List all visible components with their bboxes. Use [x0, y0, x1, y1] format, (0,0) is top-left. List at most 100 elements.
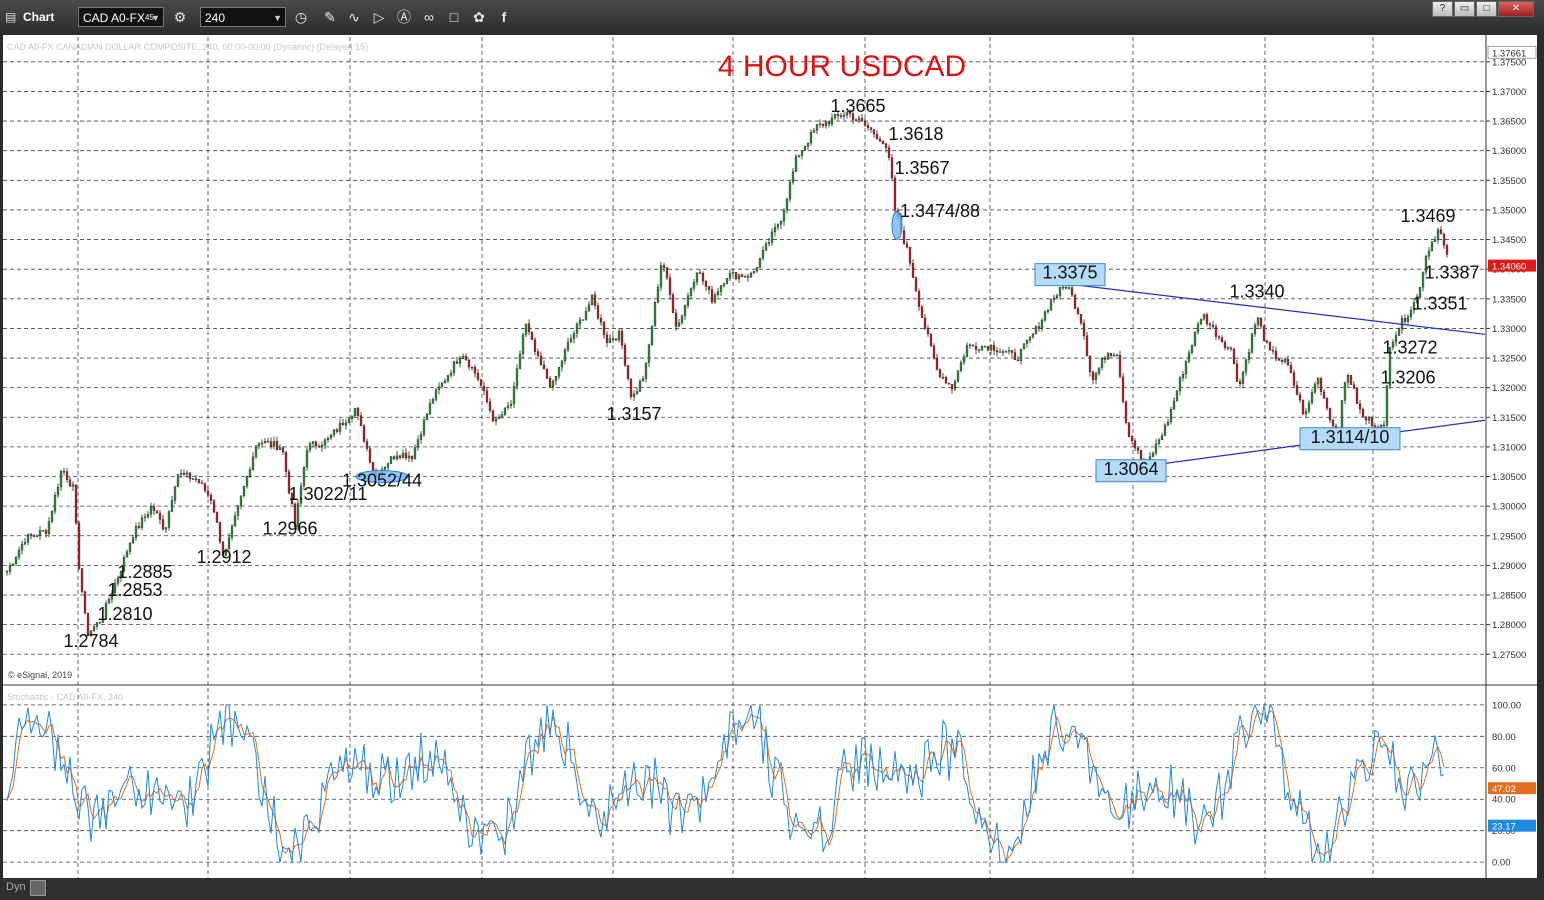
interval-input[interactable]: 240 ▼: [200, 7, 286, 27]
candle-body: [1346, 374, 1350, 383]
axis-background: [1486, 35, 1537, 880]
candle-body: [428, 403, 432, 415]
candle-body: [1436, 229, 1440, 241]
candle-body: [1358, 403, 1362, 410]
candle-body: [23, 542, 27, 545]
play-circle-icon[interactable]: ▷: [369, 8, 389, 26]
minimize-button[interactable]: ▭: [1454, 1, 1475, 17]
chevron-down-icon[interactable]: ▼: [273, 8, 282, 28]
symbol-input[interactable]: CAD A0-FX45 ▼: [78, 7, 164, 27]
chat-bubble-icon[interactable]: □: [444, 8, 464, 26]
candle-body: [854, 119, 858, 121]
dyn-label: Dyn: [6, 881, 26, 893]
candle-body: [194, 478, 198, 480]
candle-body: [170, 500, 174, 512]
candle-body: [275, 441, 279, 450]
clock-icon[interactable]: ◷: [291, 8, 311, 26]
candle-body: [77, 522, 81, 569]
candle-body: [179, 473, 183, 475]
candle-body: [1016, 359, 1020, 362]
candle-body: [872, 129, 876, 135]
close-button[interactable]: ✕: [1498, 1, 1534, 17]
price-annotation: 1.3567: [894, 158, 949, 178]
help-button[interactable]: ?: [1432, 1, 1453, 17]
candle-body: [1187, 352, 1191, 362]
candle-body: [623, 344, 627, 366]
candle-body: [497, 416, 501, 419]
price-chart[interactable]: 1.375001.370001.365001.360001.355001.350…: [0, 35, 1544, 900]
candle-body: [620, 330, 624, 346]
candle-body: [419, 434, 423, 440]
price-annotation: 1.3351: [1412, 293, 1467, 313]
candle-body: [356, 407, 360, 416]
candle-body: [320, 445, 324, 448]
price-annotation: 1.3387: [1424, 263, 1479, 283]
candle-body: [479, 379, 483, 387]
candle-body: [1265, 340, 1269, 343]
candle-body: [41, 530, 45, 532]
candle-body: [1010, 350, 1014, 353]
trend-curve-icon[interactable]: ∿: [344, 8, 364, 26]
candle-body: [500, 414, 504, 418]
candle-body: [863, 121, 867, 126]
candle-body: [188, 472, 192, 480]
candle-body: [257, 443, 261, 446]
candle-body: [1136, 447, 1140, 451]
candle-body: [1232, 348, 1236, 364]
candle-body: [407, 455, 411, 459]
candle-body: [797, 155, 801, 157]
candle-body: [434, 389, 438, 400]
candle-body: [698, 272, 702, 274]
candle-body: [731, 272, 735, 274]
facebook-icon[interactable]: f: [494, 8, 514, 26]
candle-body: [1058, 287, 1062, 296]
candle-body: [932, 345, 936, 359]
candle-body: [272, 441, 276, 447]
candle-body: [206, 490, 210, 496]
candle-body: [770, 231, 774, 243]
candle-body: [1082, 322, 1086, 336]
stoch-k-value: 23.17: [1492, 822, 1516, 833]
alert-a-icon[interactable]: Ⓐ: [394, 8, 414, 26]
candle-body: [788, 182, 792, 200]
candle-body: [554, 375, 558, 382]
candle-body: [725, 278, 729, 284]
candle-body: [983, 346, 987, 348]
candle-body: [386, 463, 390, 468]
candle-body: [1361, 408, 1365, 417]
pencil-icon[interactable]: ✎: [320, 8, 340, 26]
link-icon[interactable]: ∞: [419, 8, 439, 26]
candle-body: [392, 456, 396, 460]
candle-body: [410, 455, 414, 460]
candle-body: [875, 133, 879, 140]
candle-body: [26, 534, 30, 543]
candle-body: [944, 377, 948, 384]
settings-gear-icon[interactable]: ⚙: [170, 8, 190, 26]
candle-body: [1298, 394, 1302, 401]
candle-body: [11, 563, 15, 566]
candle-body: [1247, 352, 1251, 360]
candle-body: [230, 525, 234, 538]
candle-body: [1322, 391, 1326, 399]
candle-body: [329, 434, 333, 439]
candle-body: [710, 289, 714, 303]
candle-body: [209, 495, 213, 501]
candle-body: [5, 571, 9, 573]
candle-body: [956, 370, 960, 382]
restore-button[interactable]: □: [1476, 1, 1497, 17]
candle-body: [692, 281, 696, 289]
candle-body: [1397, 329, 1401, 336]
twitter-icon[interactable]: ✿: [469, 8, 489, 26]
candle-body: [1283, 359, 1287, 362]
candle-body: [371, 462, 375, 471]
candle-body: [8, 565, 12, 572]
candle-body: [1025, 340, 1029, 344]
chevron-down-icon[interactable]: ▼: [151, 8, 160, 28]
candle-body: [1439, 229, 1443, 235]
candle-body: [65, 471, 69, 480]
candle-body: [917, 291, 921, 307]
y-tick-label: 1.27500: [1492, 650, 1526, 661]
candle-body: [332, 429, 336, 436]
candle-body: [941, 377, 945, 379]
scale-toggle-icon[interactable]: [30, 880, 46, 896]
